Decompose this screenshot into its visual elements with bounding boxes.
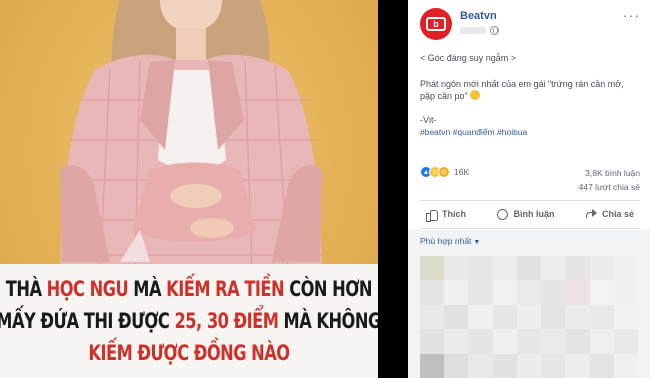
post-body: < Góc đáng suy ngẫm > Phát ngôn mới nhất… bbox=[420, 52, 640, 152]
page-name-link[interactable]: Beatvn bbox=[460, 10, 497, 22]
divider-bottom bbox=[420, 228, 640, 229]
comment-count-link[interactable]: 3,8K bình luận bbox=[579, 166, 640, 180]
like-button[interactable]: Thích bbox=[420, 209, 472, 222]
caption-line-2: MẤY ĐỨA THI ĐƯỢC 25, 30 ĐIỂM MÀ KHÔNG bbox=[0, 309, 378, 333]
post-stats: 3,8K bình luận 447 lượt chia sẻ bbox=[579, 166, 640, 194]
post-photo[interactable]: THÀ HỌC NGU MÀ KIẾM RA TIỀN CÒN HƠN MẤY … bbox=[0, 0, 378, 378]
blurred-comments bbox=[420, 256, 638, 378]
post-panel: b Beatvn ··· < Góc đáng suy ngẫm > Phát … bbox=[408, 0, 650, 378]
comment-sort-dropdown[interactable]: Phù hợp nhất ▼ bbox=[420, 236, 480, 246]
thumbs-up-icon bbox=[426, 209, 438, 222]
post-timestamp[interactable] bbox=[460, 27, 486, 34]
reaction-count: 16K bbox=[454, 167, 470, 177]
globe-icon bbox=[490, 26, 499, 35]
more-horizontal-icon[interactable]: ··· bbox=[623, 8, 640, 22]
share-button[interactable]: Chia sẻ bbox=[580, 208, 640, 220]
photo-caption: THÀ HỌC NGU MÀ KIẾM RA TIỀN CÒN HƠN MẤY … bbox=[0, 264, 378, 378]
wow-icon: o bbox=[438, 166, 450, 178]
caption-line-3: KIẾM ĐƯỢC ĐỒNG NÀO bbox=[88, 341, 290, 365]
post-author: -Vịt- bbox=[420, 115, 437, 125]
share-icon bbox=[585, 208, 597, 220]
beatvn-logo-icon: b bbox=[426, 17, 446, 31]
comment-button[interactable]: Bình luận bbox=[491, 208, 560, 220]
post-hashtags[interactable]: #beatvn #quanđiểm #hoibua bbox=[420, 126, 640, 138]
post-category: < Góc đáng suy ngẫm > bbox=[420, 53, 517, 63]
caret-down-icon: ▼ bbox=[473, 239, 481, 246]
page-avatar[interactable]: b bbox=[420, 8, 452, 40]
comments-section: Phù hợp nhất ▼ bbox=[408, 230, 650, 378]
share-count-link[interactable]: 447 lượt chia sẻ bbox=[579, 180, 640, 194]
post-meta bbox=[460, 26, 499, 35]
thinking-emoji-icon bbox=[469, 90, 480, 100]
caption-line-1: THÀ HỌC NGU MÀ KIẾM RA TIỀN CÒN HƠN bbox=[5, 277, 373, 301]
post-actions: Thích Bình luận Chia sẻ bbox=[420, 204, 640, 224]
divider-top bbox=[420, 200, 640, 201]
reaction-summary[interactable]: ▲ ☺ o 16K bbox=[420, 166, 469, 178]
post-quote: Phát ngôn mới nhất của em gái "trứng rán… bbox=[420, 79, 624, 101]
post-header: b Beatvn ··· bbox=[420, 8, 640, 40]
comment-icon bbox=[497, 208, 509, 220]
